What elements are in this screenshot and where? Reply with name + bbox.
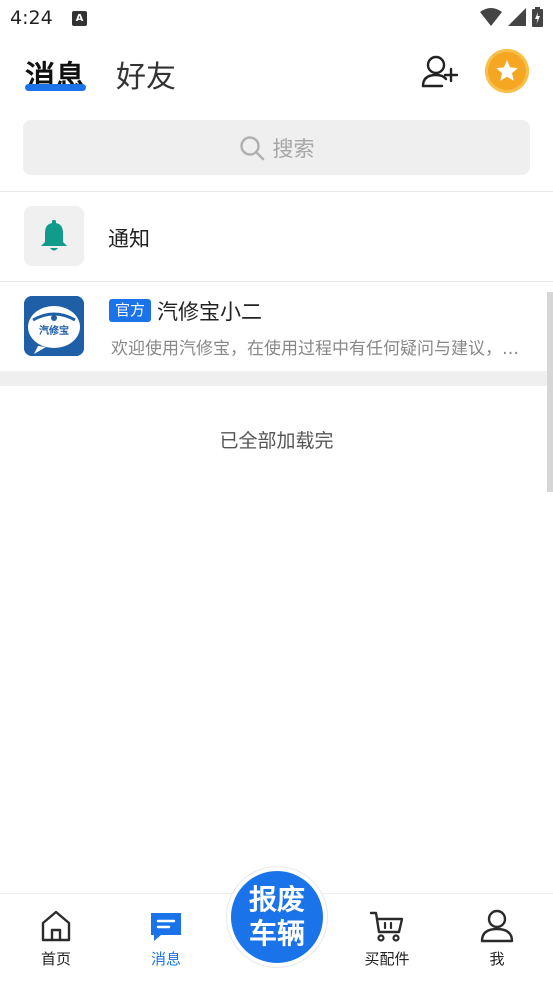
chat-preview: 欢迎使用汽修宝，在使用过程中有任何疑问与建议，请随时联系我们 — [111, 339, 521, 359]
scrollbar[interactable] — [547, 292, 553, 492]
bell-icon — [41, 220, 67, 251]
star-badge-icon[interactable] — [485, 49, 529, 93]
nav-me-label: 我 — [489, 950, 505, 968]
signal-icon — [508, 8, 526, 26]
screen: 4:24 A 消息 好友 搜索 通知 汽修宝 官方 汽修宝小二 欢迎使用汽修宝，… — [0, 0, 553, 984]
notification-label: 通知 — [108, 227, 150, 251]
status-icons — [480, 7, 543, 27]
nav-messages-label: 消息 — [150, 950, 181, 968]
status-indicator-icon: A — [72, 11, 87, 26]
nav-me[interactable]: 我 — [457, 908, 537, 969]
search-placeholder: 搜索 — [272, 136, 315, 161]
status-bar: 4:24 A — [0, 0, 553, 38]
nav-home[interactable]: 首页 — [16, 908, 96, 969]
header: 消息 好友 — [0, 38, 553, 108]
official-badge: 官方 — [109, 299, 152, 322]
notification-row[interactable]: 通知 — [0, 192, 553, 281]
nav-parts-label: 买配件 — [364, 950, 410, 968]
scrap-button-line1: 报废 — [248, 883, 305, 916]
status-time: 4:24 — [10, 7, 53, 29]
list-end-text: 已全部加载完 — [219, 430, 334, 452]
wifi-icon — [480, 8, 502, 26]
scrap-button-line2: 车辆 — [248, 917, 305, 950]
home-icon — [41, 910, 71, 942]
search-icon — [239, 135, 264, 160]
cart-icon — [369, 911, 404, 942]
notification-icon-box — [24, 206, 84, 266]
nav-messages[interactable]: 消息 — [126, 908, 206, 969]
section-separator — [0, 371, 553, 386]
tab-friends[interactable]: 好友 — [116, 52, 176, 96]
message-icon — [151, 913, 181, 941]
search-input[interactable]: 搜索 — [23, 120, 530, 175]
avatar: 汽修宝 — [24, 296, 84, 356]
battery-icon — [532, 7, 543, 27]
add-user-icon[interactable] — [420, 52, 460, 92]
user-icon — [480, 909, 514, 943]
active-tab-indicator — [25, 84, 86, 91]
scrap-vehicle-button[interactable]: 报废 车辆 — [227, 867, 327, 967]
chat-name: 汽修宝小二 — [157, 300, 262, 324]
avatar-text: 汽修宝 — [39, 324, 69, 337]
chat-row[interactable]: 汽修宝 官方 汽修宝小二 欢迎使用汽修宝，在使用过程中有任何疑问与建议，请随时联… — [0, 282, 553, 370]
nav-home-label: 首页 — [40, 950, 71, 968]
nav-parts[interactable]: 买配件 — [347, 908, 427, 969]
